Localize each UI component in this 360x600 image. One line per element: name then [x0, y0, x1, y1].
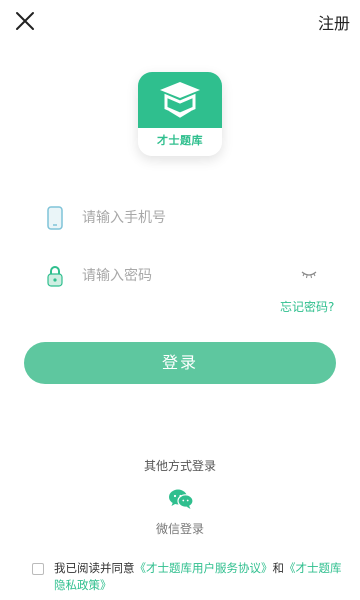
password-input[interactable]	[82, 262, 282, 290]
login-button[interactable]: 登录	[24, 342, 336, 384]
phone-icon	[47, 206, 63, 230]
logo-text: 才士题库	[157, 134, 203, 147]
agreement-text: 我已阅读并同意《才士题库用户服务协议》和《才士题库隐私政策》	[54, 560, 344, 594]
phone-field	[46, 198, 336, 238]
top-bar: 注册	[0, 0, 360, 44]
password-field	[46, 256, 336, 296]
register-button[interactable]: 注册	[318, 10, 350, 34]
phone-input[interactable]	[82, 204, 282, 232]
wechat-login-label: 微信登录	[155, 522, 204, 536]
agreement-prefix: 我已阅读并同意	[54, 561, 135, 575]
close-icon[interactable]	[12, 8, 38, 34]
forgot-password-link[interactable]: 忘记密码?	[280, 298, 334, 315]
wechat-icon[interactable]	[168, 488, 194, 510]
lock-icon	[47, 266, 63, 287]
agreement-joiner: 和	[272, 561, 285, 575]
book-cap-icon	[160, 82, 200, 118]
agreement-checkbox[interactable]	[32, 563, 44, 575]
other-login-title: 其他方式登录	[143, 459, 216, 473]
user-agreement-link[interactable]: 《才士题库用户服务协议》	[135, 561, 273, 575]
eye-closed-icon[interactable]	[300, 268, 318, 280]
app-logo: 才士题库	[138, 72, 222, 156]
